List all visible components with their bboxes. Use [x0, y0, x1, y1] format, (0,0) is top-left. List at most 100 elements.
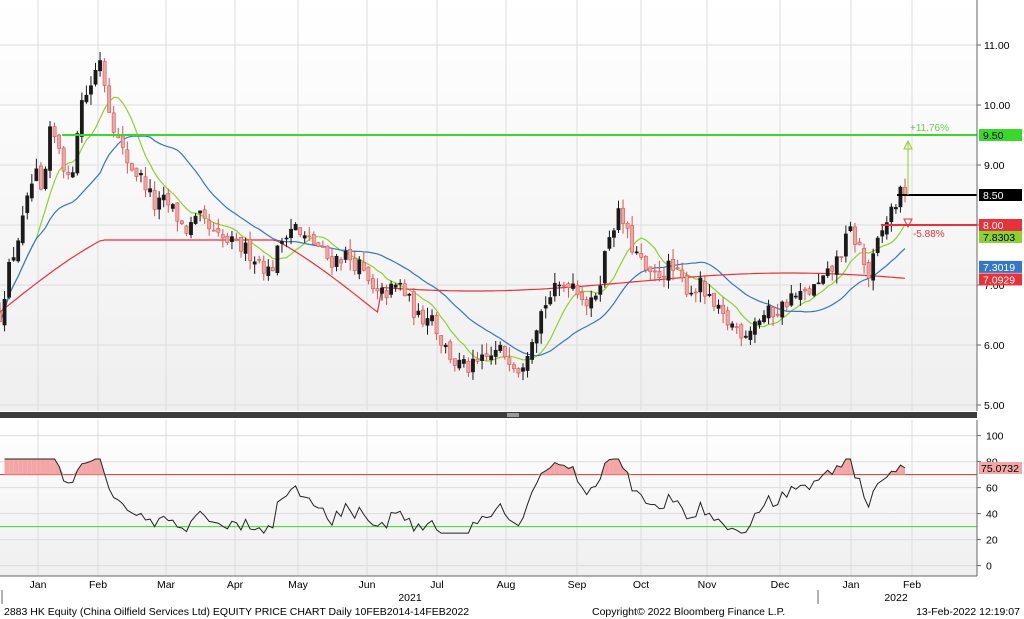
candle-body [771, 306, 776, 318]
candle-body [20, 215, 25, 244]
candle-body [534, 330, 539, 344]
candle-body [52, 126, 57, 137]
candle-body [866, 262, 871, 279]
candle-body [93, 70, 98, 85]
rsi-tick-label: 60 [986, 483, 998, 495]
candle-body [0, 312, 2, 323]
candle-body [198, 210, 203, 214]
candle-body [43, 168, 48, 190]
candle-body [375, 288, 380, 292]
panel-splitter-handle[interactable] [507, 413, 519, 417]
candle-body [98, 60, 102, 72]
candle-body [175, 202, 180, 222]
price-tick-label: 10.00 [984, 100, 1010, 112]
candle-body [521, 367, 525, 372]
candle-body [7, 261, 11, 298]
candle-body [552, 282, 557, 297]
rsi-overbought-fill [50, 459, 55, 475]
month-tick-label: Apr [227, 579, 244, 591]
candle-body [693, 291, 698, 294]
candle-body [298, 227, 303, 236]
candle-body [220, 234, 225, 239]
candle-body [29, 183, 34, 199]
candle-body [161, 194, 166, 201]
candle-body [352, 257, 357, 271]
candle-body [498, 344, 503, 351]
candle-body [84, 94, 89, 103]
candle-body [380, 287, 384, 294]
candle-body [489, 355, 494, 361]
month-tick-label: Jan [30, 579, 47, 591]
candle-body [320, 246, 325, 248]
upside-annotation: +11.76% [910, 123, 949, 134]
candle-body [589, 297, 594, 309]
candle-body [70, 172, 75, 178]
candle-body [648, 266, 653, 273]
candle-body [625, 222, 630, 229]
candle-body [239, 237, 243, 252]
candle-body [702, 281, 707, 297]
candle-body [757, 320, 762, 326]
candle-body [621, 207, 625, 224]
candle-body [530, 342, 534, 360]
candle-body [857, 241, 862, 246]
candle-body [525, 355, 530, 371]
candle-body [484, 353, 489, 357]
candle-body [434, 315, 439, 335]
candle-body [25, 195, 30, 213]
candle-body [766, 305, 771, 319]
legend-value-label: 7.8303 [983, 232, 1015, 244]
rsi-overbought-fill [13, 459, 19, 475]
month-tick-label: Jan [843, 579, 860, 591]
legend-value-label: 8.00 [983, 220, 1004, 232]
candle-body [848, 226, 853, 232]
candle-body [139, 173, 143, 176]
candle-body [443, 344, 448, 348]
candle-body [411, 291, 416, 318]
downside-annotation: -5.88% [913, 229, 945, 240]
rsi-tick-label: 40 [986, 509, 998, 521]
candle-body [330, 256, 334, 268]
candle-body [684, 275, 689, 295]
candle-body [634, 251, 639, 254]
rsi-overbought-fill [18, 459, 23, 475]
candle-body [652, 270, 657, 273]
candle-body [339, 259, 343, 264]
candle-body [894, 207, 898, 210]
candle-body [134, 167, 139, 177]
price-tick-label: 9.00 [984, 160, 1005, 172]
candle-body [257, 259, 262, 261]
year-tick-label: 2022 [884, 592, 908, 604]
candle-body [493, 349, 498, 357]
candle-body [302, 235, 307, 239]
candle-body [571, 283, 575, 289]
price-tick-label: 11.00 [984, 40, 1010, 52]
candle-body [361, 262, 366, 271]
candle-body [839, 256, 844, 258]
rsi-overbought-fill [9, 459, 14, 475]
candle-body [707, 293, 712, 296]
rsi-overbought-fill [31, 459, 37, 475]
panel-splitter[interactable] [0, 412, 977, 418]
legend-value-label: 9.50 [983, 130, 1004, 142]
candle-body [270, 267, 275, 271]
candle-body [762, 315, 766, 323]
candle-body [639, 253, 644, 258]
candle-body [716, 304, 721, 309]
candle-body [775, 314, 780, 316]
candle-body [666, 260, 671, 281]
rsi-overbought-fill [609, 459, 614, 475]
candle-body [821, 275, 826, 284]
candle-body [643, 255, 648, 271]
month-tick-label: Feb [903, 579, 921, 591]
candle-body [753, 321, 757, 335]
candle-body [543, 305, 548, 309]
candle-body [880, 230, 885, 237]
footer-right: 13-Feb-2022 12:19:07 [916, 606, 1020, 618]
candle-body [502, 345, 507, 358]
rsi-tick-label: 0 [986, 561, 992, 573]
candle-body [398, 282, 403, 285]
candle-body [511, 364, 516, 369]
candle-body [384, 290, 389, 299]
candle-body [862, 247, 866, 265]
